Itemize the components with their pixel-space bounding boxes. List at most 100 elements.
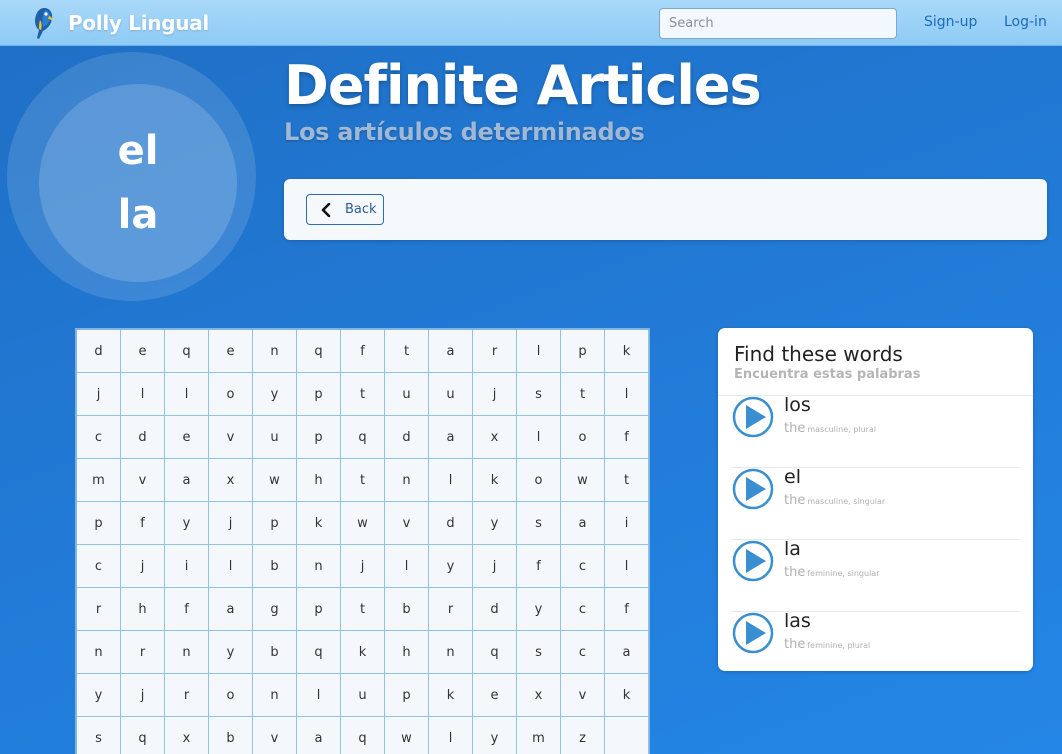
grid-cell[interactable]: x	[209, 459, 253, 502]
grid-cell[interactable]: j	[341, 545, 385, 588]
grid-cell[interactable]: p	[297, 588, 341, 631]
grid-cell[interactable]: v	[209, 416, 253, 459]
grid-cell[interactable]: e	[165, 416, 209, 459]
brand[interactable]: Polly Lingual	[30, 6, 209, 40]
grid-cell[interactable]: l	[605, 373, 649, 416]
grid-cell[interactable]: k	[473, 459, 517, 502]
grid-cell[interactable]: y	[209, 631, 253, 674]
grid-cell[interactable]: t	[341, 588, 385, 631]
grid-cell[interactable]: q	[121, 717, 165, 754]
grid-cell[interactable]: n	[165, 631, 209, 674]
grid-cell[interactable]: n	[385, 459, 429, 502]
grid-cell[interactable]: l	[517, 330, 561, 373]
grid-cell[interactable]: v	[385, 502, 429, 545]
grid-cell[interactable]: g	[253, 588, 297, 631]
grid-cell[interactable]	[605, 717, 649, 754]
grid-cell[interactable]: j	[77, 373, 121, 416]
grid-cell[interactable]: c	[77, 545, 121, 588]
grid-cell[interactable]: y	[77, 674, 121, 717]
grid-cell[interactable]: e	[121, 330, 165, 373]
grid-cell[interactable]: h	[297, 459, 341, 502]
grid-cell[interactable]: v	[121, 459, 165, 502]
grid-cell[interactable]: y	[517, 588, 561, 631]
grid-cell[interactable]: a	[297, 717, 341, 754]
grid-cell[interactable]: l	[429, 459, 473, 502]
grid-cell[interactable]: a	[209, 588, 253, 631]
login-link[interactable]: Log-in	[1004, 14, 1047, 30]
grid-cell[interactable]: q	[165, 330, 209, 373]
grid-cell[interactable]: r	[473, 330, 517, 373]
grid-cell[interactable]: p	[253, 502, 297, 545]
grid-cell[interactable]: r	[77, 588, 121, 631]
grid-cell[interactable]: o	[209, 674, 253, 717]
grid-cell[interactable]: t	[605, 459, 649, 502]
grid-cell[interactable]: p	[561, 330, 605, 373]
grid-cell[interactable]: l	[605, 545, 649, 588]
grid-cell[interactable]: f	[605, 588, 649, 631]
grid-cell[interactable]: q	[297, 330, 341, 373]
grid-cell[interactable]: l	[429, 717, 473, 754]
back-button[interactable]: Back	[306, 194, 384, 225]
grid-cell[interactable]: r	[165, 674, 209, 717]
grid-cell[interactable]: q	[341, 416, 385, 459]
grid-cell[interactable]: c	[561, 631, 605, 674]
grid-cell[interactable]: b	[253, 545, 297, 588]
grid-cell[interactable]: t	[385, 330, 429, 373]
grid-cell[interactable]: d	[77, 330, 121, 373]
grid-cell[interactable]: x	[473, 416, 517, 459]
grid-cell[interactable]: l	[209, 545, 253, 588]
grid-cell[interactable]: y	[429, 545, 473, 588]
grid-cell[interactable]: p	[297, 416, 341, 459]
grid-cell[interactable]: n	[253, 674, 297, 717]
grid-cell[interactable]: j	[473, 373, 517, 416]
play-icon[interactable]	[732, 468, 774, 510]
grid-cell[interactable]: k	[605, 330, 649, 373]
grid-cell[interactable]: n	[429, 631, 473, 674]
grid-cell[interactable]: y	[253, 373, 297, 416]
grid-cell[interactable]: p	[385, 674, 429, 717]
grid-cell[interactable]: f	[517, 545, 561, 588]
grid-cell[interactable]: f	[341, 330, 385, 373]
grid-cell[interactable]: e	[209, 330, 253, 373]
grid-cell[interactable]: d	[473, 588, 517, 631]
grid-cell[interactable]: s	[77, 717, 121, 754]
grid-cell[interactable]: a	[165, 459, 209, 502]
grid-cell[interactable]: m	[517, 717, 561, 754]
grid-cell[interactable]: p	[77, 502, 121, 545]
grid-cell[interactable]: c	[561, 588, 605, 631]
grid-cell[interactable]: i	[165, 545, 209, 588]
grid-cell[interactable]: l	[165, 373, 209, 416]
grid-cell[interactable]: o	[209, 373, 253, 416]
grid-cell[interactable]: k	[429, 674, 473, 717]
grid-cell[interactable]: y	[473, 502, 517, 545]
grid-cell[interactable]: x	[165, 717, 209, 754]
grid-cell[interactable]: j	[121, 545, 165, 588]
grid-cell[interactable]: e	[473, 674, 517, 717]
grid-cell[interactable]: z	[561, 717, 605, 754]
grid-cell[interactable]: u	[341, 674, 385, 717]
grid-cell[interactable]: b	[253, 631, 297, 674]
grid-cell[interactable]: l	[297, 674, 341, 717]
play-icon[interactable]	[732, 396, 774, 438]
grid-cell[interactable]: u	[429, 373, 473, 416]
grid-cell[interactable]: j	[121, 674, 165, 717]
grid-cell[interactable]: a	[561, 502, 605, 545]
grid-cell[interactable]: y	[165, 502, 209, 545]
grid-cell[interactable]: s	[517, 502, 561, 545]
grid-cell[interactable]: q	[473, 631, 517, 674]
grid-cell[interactable]: x	[517, 674, 561, 717]
grid-cell[interactable]: o	[561, 416, 605, 459]
grid-cell[interactable]: c	[77, 416, 121, 459]
grid-cell[interactable]: t	[341, 373, 385, 416]
grid-cell[interactable]: t	[561, 373, 605, 416]
grid-cell[interactable]: d	[429, 502, 473, 545]
play-icon[interactable]	[732, 540, 774, 582]
grid-cell[interactable]: d	[121, 416, 165, 459]
grid-cell[interactable]: l	[121, 373, 165, 416]
grid-cell[interactable]: f	[605, 416, 649, 459]
grid-cell[interactable]: h	[121, 588, 165, 631]
signup-link[interactable]: Sign-up	[924, 14, 977, 30]
grid-cell[interactable]: a	[429, 416, 473, 459]
grid-cell[interactable]: b	[209, 717, 253, 754]
grid-cell[interactable]: k	[297, 502, 341, 545]
